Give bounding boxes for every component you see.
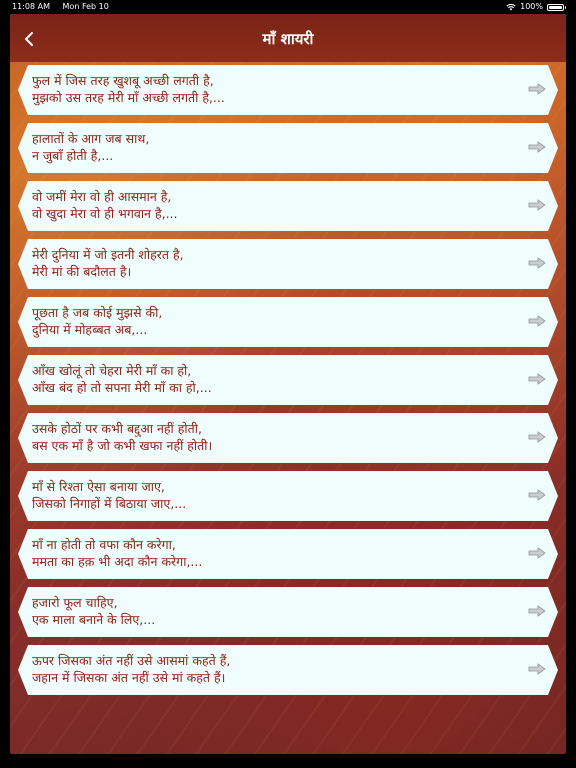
card-text: माँ से रिश्ता ऐसा बनाया जाए, जिसको निगाहो… bbox=[32, 478, 522, 512]
card-line-1: हजारो फूल चाहिए, bbox=[32, 595, 118, 610]
list-item[interactable]: ऊपर जिसका अंत नहीं उसे आसमां कहते हैं, जह… bbox=[18, 645, 558, 695]
card-text: फुल में जिस तरह खुशबू अच्छी लगती है, मुझक… bbox=[32, 72, 522, 106]
card-text: हालातों के आग जब साथ, न जुबाँ होती है,... bbox=[32, 130, 522, 164]
card-line-2: मेरी मां की बदौलत है। bbox=[32, 264, 132, 279]
card-line-1: मेरी दुनिया में जो इतनी शोहरत है, bbox=[32, 247, 184, 262]
card-line-1: उसके होठों पर कभी बद्दुआ नहीं होती, bbox=[32, 421, 202, 436]
list-item[interactable]: पूछता है जब कोई मुझसे की, दुनिया में मोहब… bbox=[18, 297, 558, 347]
card-line-2: न जुबाँ होती है,... bbox=[32, 148, 114, 163]
list-item[interactable]: हजारो फूल चाहिए, एक माला बनाने के लिए,... bbox=[18, 587, 558, 637]
list-item[interactable]: आँख खोलूं तो चेहरा मेरी माँ का हो, आँख बं… bbox=[18, 355, 558, 405]
arrow-right-icon bbox=[528, 547, 546, 559]
card-line-1: माँ से रिश्ता ऐसा बनाया जाए, bbox=[32, 479, 165, 494]
card-line-1: पूछता है जब कोई मुझसे की, bbox=[32, 305, 163, 320]
arrow-right-icon bbox=[528, 199, 546, 211]
arrow-right-icon bbox=[528, 663, 546, 675]
back-button[interactable] bbox=[14, 24, 44, 54]
page-title: माँ शायरी bbox=[262, 30, 314, 48]
app-screen: माँ शायरी फुल में जिस तरह खुशबू अच्छी लग… bbox=[10, 14, 566, 754]
nav-bar: माँ शायरी bbox=[10, 14, 566, 62]
card-line-2: बस एक माँ है जो कभी खफा नहीं होती। bbox=[32, 438, 213, 453]
list-item[interactable]: माँ से रिश्ता ऐसा बनाया जाए, जिसको निगाहो… bbox=[18, 471, 558, 521]
arrow-right-icon bbox=[528, 489, 546, 501]
list-item[interactable]: फुल में जिस तरह खुशबू अच्छी लगती है, मुझक… bbox=[18, 65, 558, 115]
card-line-2: ममता का हक़ भी अदा कौन करेगा,... bbox=[32, 554, 203, 569]
card-text: वो जमीं मेरा वो ही आसमान है, वो खुदा मेरा… bbox=[32, 188, 522, 222]
arrow-right-icon bbox=[528, 315, 546, 327]
card-line-1: आँख खोलूं तो चेहरा मेरी माँ का हो, bbox=[32, 363, 192, 378]
status-time: 11:08 AM bbox=[12, 2, 50, 11]
card-text: पूछता है जब कोई मुझसे की, दुनिया में मोहब… bbox=[32, 304, 522, 338]
status-right: 100% bbox=[506, 0, 566, 14]
battery-icon bbox=[547, 3, 566, 11]
card-line-1: हालातों के आग जब साथ, bbox=[32, 131, 150, 146]
card-text: उसके होठों पर कभी बद्दुआ नहीं होती, बस एक… bbox=[32, 420, 522, 454]
card-line-2: जिसको निगाहों में बिठाया जाए,... bbox=[32, 496, 187, 511]
card-line-2: वो खुदा मेरा वो ही भगवान है,... bbox=[32, 206, 178, 221]
arrow-right-icon bbox=[528, 605, 546, 617]
status-left: 11:08 AM Mon Feb 10 bbox=[12, 0, 119, 14]
list-item[interactable]: माँ ना होती तो वफा कौन करेगा, ममता का हक़… bbox=[18, 529, 558, 579]
arrow-right-icon bbox=[528, 373, 546, 385]
arrow-right-icon bbox=[528, 431, 546, 443]
card-text: ऊपर जिसका अंत नहीं उसे आसमां कहते हैं, जह… bbox=[32, 652, 522, 686]
list-item[interactable]: उसके होठों पर कभी बद्दुआ नहीं होती, बस एक… bbox=[18, 413, 558, 463]
list-item[interactable]: वो जमीं मेरा वो ही आसमान है, वो खुदा मेरा… bbox=[18, 181, 558, 231]
arrow-right-icon bbox=[528, 141, 546, 153]
card-line-1: माँ ना होती तो वफा कौन करेगा, bbox=[32, 537, 176, 552]
arrow-right-icon bbox=[528, 83, 546, 95]
card-line-2: दुनिया में मोहब्बत अब,... bbox=[32, 322, 148, 337]
wifi-icon bbox=[506, 4, 516, 11]
card-line-1: ऊपर जिसका अंत नहीं उसे आसमां कहते हैं, bbox=[32, 653, 231, 668]
card-line-2: आँख बंद हो तो सपना मेरी माँ का हो,... bbox=[32, 380, 212, 395]
status-bar: 11:08 AM Mon Feb 10 100% bbox=[0, 0, 576, 14]
list-item[interactable]: मेरी दुनिया में जो इतनी शोहरत है, मेरी मा… bbox=[18, 239, 558, 289]
card-text: माँ ना होती तो वफा कौन करेगा, ममता का हक़… bbox=[32, 536, 522, 570]
card-text: आँख खोलूं तो चेहरा मेरी माँ का हो, आँख बं… bbox=[32, 362, 522, 396]
list-item[interactable]: हालातों के आग जब साथ, न जुबाँ होती है,... bbox=[18, 123, 558, 173]
card-line-2: एक माला बनाने के लिए,... bbox=[32, 612, 156, 627]
arrow-right-icon bbox=[528, 257, 546, 269]
card-line-1: वो जमीं मेरा वो ही आसमान है, bbox=[32, 189, 172, 204]
card-line-1: फुल में जिस तरह खुशबू अच्छी लगती है, bbox=[32, 73, 214, 88]
card-line-2: जहान में जिसका अंत नहीं उसे मां कहते हैं… bbox=[32, 670, 226, 685]
status-date: Mon Feb 10 bbox=[62, 2, 109, 11]
card-line-2: मुझको उस तरह मेरी माँ अच्छी लगती है,... bbox=[32, 90, 225, 105]
card-text: हजारो फूल चाहिए, एक माला बनाने के लिए,... bbox=[32, 594, 522, 628]
chevron-left-icon bbox=[25, 32, 33, 46]
card-text: मेरी दुनिया में जो इतनी शोहरत है, मेरी मा… bbox=[32, 246, 522, 280]
battery-percent: 100% bbox=[520, 2, 543, 11]
